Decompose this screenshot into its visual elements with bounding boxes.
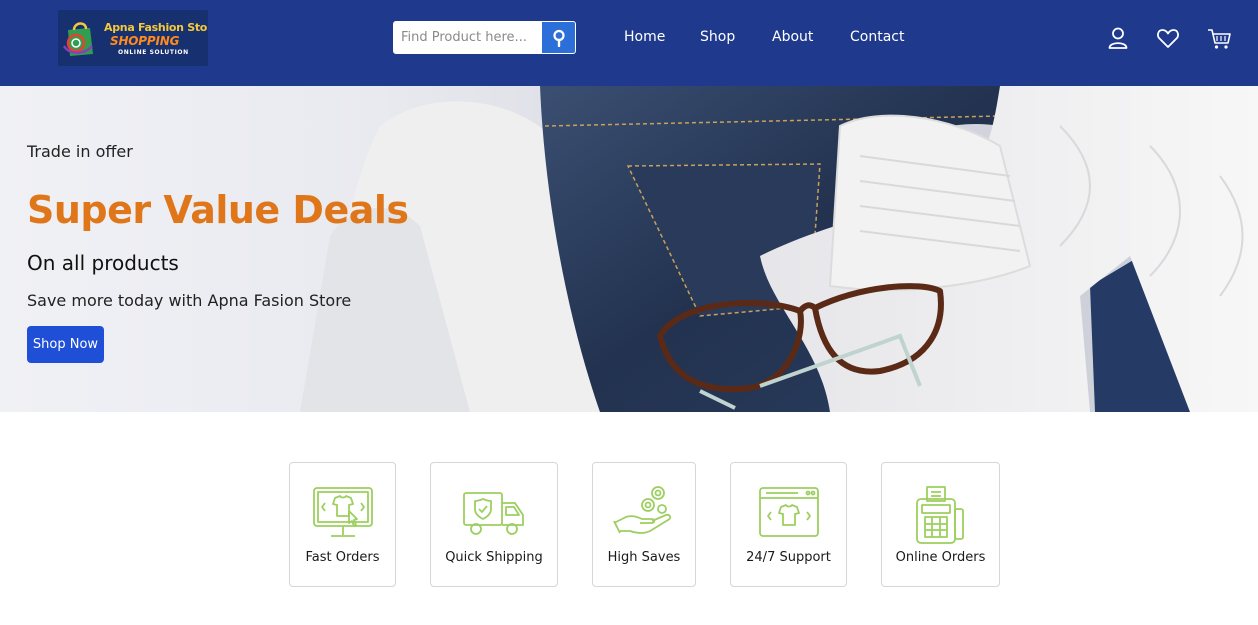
logo-title: Apna Fashion Store — [104, 21, 208, 34]
feature-card-quick-shipping[interactable]: Quick Shipping — [430, 462, 558, 587]
search-icon — [552, 29, 565, 47]
logo-subtitle: SHOPPING — [110, 34, 180, 48]
shop-now-button[interactable]: Shop Now — [27, 326, 104, 363]
nav-home-link[interactable]: Home — [624, 29, 665, 45]
feature-card-support[interactable]: 24/7 Support — [730, 462, 847, 587]
user-icon[interactable] — [1105, 25, 1131, 51]
feature-card-fast-orders[interactable]: Fast Orders — [289, 462, 396, 587]
nav-contact-link[interactable]: Contact — [850, 29, 904, 45]
cart-icon[interactable] — [1206, 25, 1232, 51]
nav-shop-link[interactable]: Shop — [700, 29, 735, 45]
hero-headline: Super Value Deals — [27, 188, 409, 232]
hero-clothing-image — [300, 86, 1258, 412]
feature-label: High Saves — [607, 550, 681, 565]
monitor-tshirt-icon — [312, 487, 373, 537]
site-header: Apna Fashion Store SHOPPING ONLINE SOLUT… — [0, 0, 1258, 86]
logo-tagline: ONLINE SOLUTION — [118, 49, 189, 56]
heart-icon[interactable] — [1155, 25, 1181, 51]
feature-label: Quick Shipping — [445, 550, 543, 565]
search-input[interactable] — [394, 22, 542, 53]
store-logo[interactable]: Apna Fashion Store SHOPPING ONLINE SOLUT… — [58, 10, 208, 66]
search-bar — [393, 21, 576, 54]
payment-terminal-icon — [915, 486, 964, 544]
hand-coins-icon — [613, 486, 672, 534]
browser-tshirt-icon — [758, 487, 819, 537]
feature-label: Online Orders — [895, 550, 986, 565]
feature-label: Fast Orders — [305, 550, 380, 565]
hero-description: Save more today with Apna Fasion Store — [27, 291, 352, 310]
search-button[interactable] — [542, 22, 575, 53]
delivery-truck-icon — [463, 492, 524, 535]
shopping-bag-logo-icon — [62, 22, 93, 56]
feature-label: 24/7 Support — [746, 550, 831, 565]
hero-banner: Trade in offer Super Value Deals On all … — [0, 86, 1258, 412]
hero-subheadline: On all products — [27, 251, 179, 275]
feature-card-high-saves[interactable]: High Saves — [592, 462, 696, 587]
feature-card-online-orders[interactable]: Online Orders — [881, 462, 1000, 587]
hero-kicker: Trade in offer — [27, 142, 133, 161]
nav-about-link[interactable]: About — [772, 29, 813, 45]
